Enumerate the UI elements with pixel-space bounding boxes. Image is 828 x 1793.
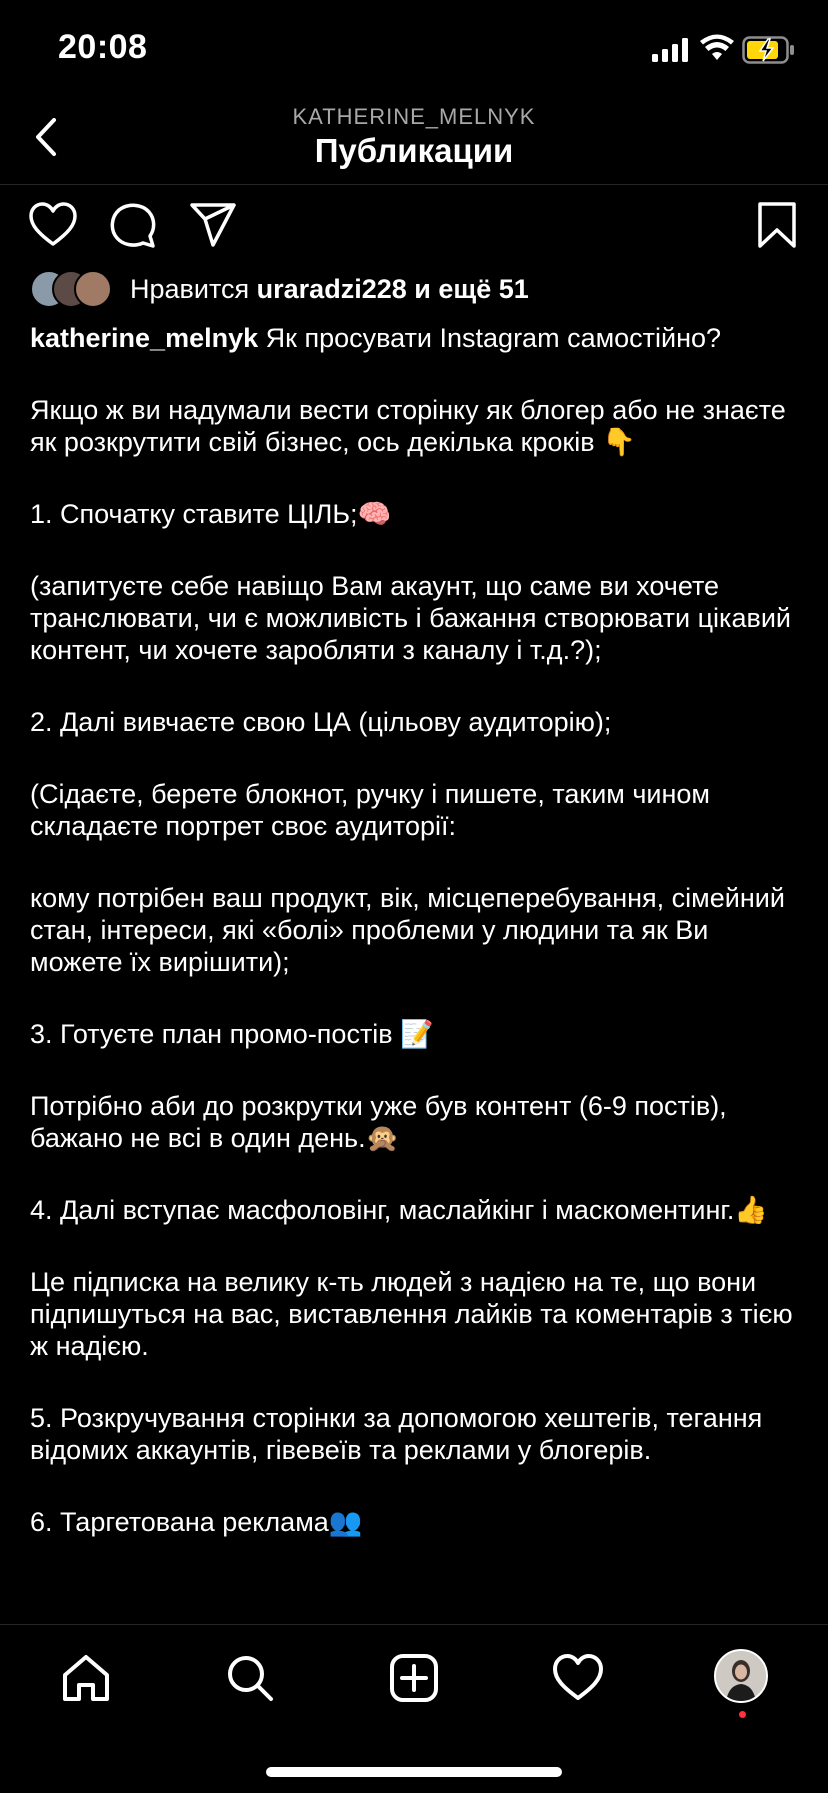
likes-summary: Нравится uraradzi228 и ещё 51 [130, 274, 529, 305]
notification-dot [739, 1711, 746, 1718]
caption-paragraph: 4. Далі вступає масфоловінг, маслайкінг … [30, 1195, 769, 1225]
profile-avatar-icon [716, 1651, 766, 1701]
status-bar: 20:08 [0, 0, 828, 100]
home-indicator [266, 1767, 562, 1777]
caption-paragraph: кому потрібен ваш продукт, вік, місцепер… [30, 883, 785, 977]
likes-row[interactable]: Нравится uraradzi228 и ещё 51 [30, 268, 810, 312]
header-username: KATHERINE_MELNYK [292, 104, 536, 129]
likes-more[interactable]: ещё 51 [438, 274, 528, 304]
like-heart-icon[interactable] [28, 200, 78, 250]
post-caption: katherine_melnyk Як просувати Instagram … [30, 322, 800, 1578]
caption-paragraph: 5. Розкручування сторінки за допомогою х… [30, 1403, 763, 1465]
caption-paragraph: Потрібно аби до розкрутки уже був контен… [30, 1091, 727, 1153]
caption-username[interactable]: katherine_melnyk [30, 323, 258, 353]
bottom-tab-bar [0, 1624, 828, 1793]
caption-paragraph: 6. Таргетована реклама👥 [30, 1507, 363, 1537]
caption-paragraph: 1. Спочатку ставите ЦІЛЬ;🧠 [30, 499, 392, 529]
activity-heart-icon[interactable] [551, 1651, 605, 1705]
wifi-icon [700, 34, 734, 60]
post-actions [0, 190, 828, 260]
battery-icon [742, 36, 794, 64]
likes-prefix: Нравится [130, 274, 250, 304]
caption-paragraph: Якщо ж ви надумали вести сторінку як бло… [30, 395, 786, 457]
share-paper-plane-icon[interactable] [188, 200, 238, 250]
status-time: 20:08 [58, 28, 148, 66]
avatar [74, 270, 112, 308]
plus-square-icon[interactable] [387, 1651, 441, 1705]
search-icon[interactable] [223, 1651, 277, 1705]
caption-paragraph: 2. Далі вивчаєте свою ЦА (цільову аудито… [30, 707, 612, 737]
caption-headline: Як просувати Instagram самостійно? [265, 323, 722, 353]
caption-paragraph: Це підписка на велику к-ть людей з надіє… [30, 1267, 793, 1361]
cellular-signal-icon [652, 38, 688, 62]
home-icon[interactable] [59, 1651, 113, 1705]
likes-and: и [414, 274, 431, 304]
caption-paragraph: (запитуєте себе навіщо Вам акаунт, що са… [30, 571, 791, 665]
liker-avatars [30, 270, 120, 308]
caption-paragraph: (Сідаєте, берете блокнот, ручку і пишете… [30, 779, 710, 841]
caption-paragraph: 3. Готуєте план промо-постів 📝 [30, 1019, 434, 1049]
page-title: Публикации [314, 132, 514, 169]
liker-username[interactable]: uraradzi228 [257, 274, 407, 304]
caption-first-line: katherine_melnyk Як просувати Instagram … [30, 322, 800, 354]
comment-icon[interactable] [108, 200, 158, 250]
save-bookmark-icon[interactable] [752, 200, 802, 250]
profile-avatar-tab[interactable] [714, 1649, 768, 1703]
top-header: KATHERINE_MELNYK Публикации [0, 100, 828, 185]
